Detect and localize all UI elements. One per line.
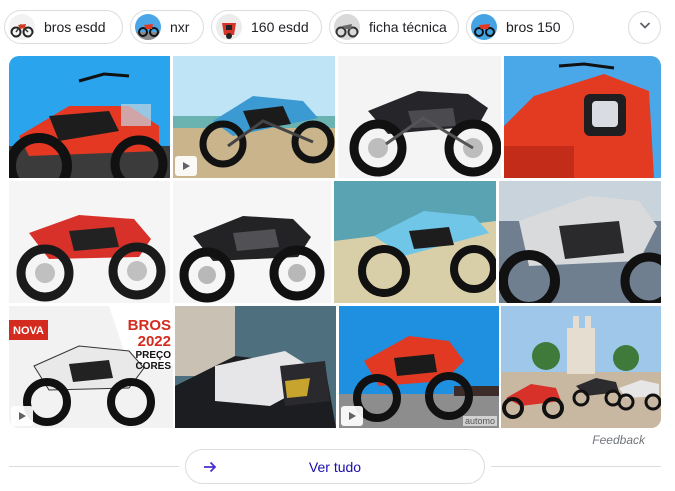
play-icon [347, 411, 357, 421]
play-icon [17, 411, 27, 421]
image-tile[interactable] [334, 181, 496, 303]
chevron-down-icon [638, 18, 652, 37]
chip-thumbnail [216, 14, 242, 40]
image-watermark: automo [462, 416, 497, 426]
image-tile[interactable] [9, 181, 170, 303]
chip-160-esdd[interactable]: 160 esdd [211, 10, 322, 44]
image-results-pack: bros esdd nxr 160 esdd ficha técnica bro… [0, 0, 675, 491]
image-tile[interactable] [175, 306, 336, 428]
chip-label: bros esdd [44, 19, 106, 35]
banner-title: BROS [127, 317, 171, 334]
image-tile[interactable] [338, 56, 501, 178]
chip-label: ficha técnica [369, 19, 447, 35]
image-tile[interactable]: automo [339, 306, 499, 428]
play-icon [181, 161, 191, 171]
chip-label: nxr [170, 19, 190, 35]
video-badge [341, 406, 363, 426]
chip-bros-150[interactable]: bros 150 [466, 10, 574, 44]
video-badge [11, 406, 33, 426]
image-tile[interactable] [499, 181, 661, 303]
more-chips-button[interactable] [628, 11, 661, 44]
image-tile[interactable] [501, 306, 661, 428]
chip-label: bros 150 [506, 19, 561, 35]
ad-banner-left: NOVA [9, 320, 48, 340]
feedback-link[interactable]: Feedback [592, 433, 645, 447]
image-grid: NOVA BROS 2022 PREÇO CORES automo [9, 56, 661, 428]
video-badge [175, 156, 197, 176]
image-tile[interactable] [173, 56, 335, 178]
image-tile[interactable] [9, 56, 170, 178]
chip-thumbnail [9, 14, 35, 40]
ad-banner-right: BROS 2022 PREÇO CORES [127, 317, 171, 373]
see-all-button[interactable]: Ver tudo [185, 449, 485, 484]
chip-ficha-tecnica[interactable]: ficha técnica [329, 10, 459, 44]
chip-bros-esdd[interactable]: bros esdd [4, 10, 123, 44]
image-tile[interactable]: NOVA BROS 2022 PREÇO CORES [9, 306, 173, 428]
refinement-chip-row: bros esdd nxr 160 esdd ficha técnica bro… [0, 10, 675, 46]
chip-thumbnail [471, 14, 497, 40]
banner-subtitle: PREÇO [135, 350, 171, 361]
chip-thumbnail [334, 14, 360, 40]
chip-label: 160 esdd [251, 19, 309, 35]
see-all-label: Ver tudo [308, 459, 362, 475]
banner-text: NOVA [13, 325, 44, 337]
divider-right [491, 466, 661, 467]
chip-nxr[interactable]: nxr [130, 10, 204, 44]
image-tile[interactable] [504, 56, 661, 178]
divider-left [9, 466, 179, 467]
banner-year: 2022 [137, 333, 171, 350]
image-tile[interactable] [173, 181, 331, 303]
chip-thumbnail [135, 14, 161, 40]
banner-subtitle-2: CORES [135, 361, 171, 372]
